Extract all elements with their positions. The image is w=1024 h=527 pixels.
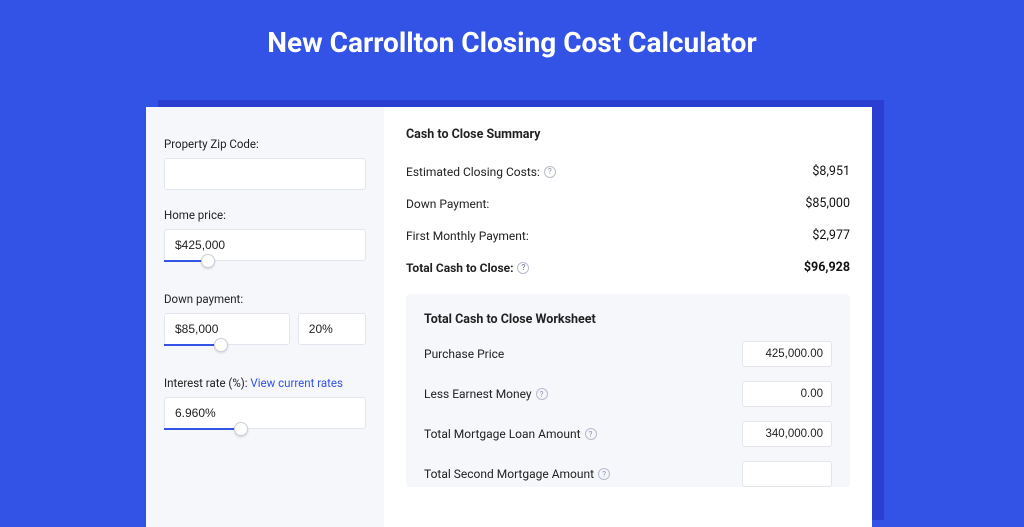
zip-input[interactable]: [164, 158, 366, 190]
worksheet-label-text: Less Earnest Money: [424, 387, 532, 401]
summary-row: Down Payment: $85,000: [406, 188, 850, 220]
summary-value: $2,977: [812, 228, 850, 243]
summary-label-text: First Monthly Payment:: [406, 229, 529, 243]
interest-field-group: Interest rate (%): View current rates: [164, 376, 366, 442]
summary-total-label: Total Cash to Close:: [406, 261, 513, 275]
down-payment-field-group: Down payment:: [164, 292, 366, 358]
sidebar-form: Property Zip Code: Home price: Down paym…: [146, 107, 384, 527]
mortgage-loan-input[interactable]: [742, 421, 832, 447]
home-price-field-group: Home price:: [164, 208, 366, 274]
down-payment-slider-thumb[interactable]: [214, 338, 228, 352]
calculator-card: Property Zip Code: Home price: Down paym…: [146, 107, 872, 527]
worksheet-label-text: Total Mortgage Loan Amount: [424, 427, 581, 441]
help-icon[interactable]: ?: [536, 388, 548, 400]
view-rates-link[interactable]: View current rates: [250, 376, 343, 390]
worksheet-row: Purchase Price: [424, 341, 832, 367]
help-icon[interactable]: ?: [585, 428, 597, 440]
interest-slider-thumb[interactable]: [234, 422, 248, 436]
worksheet-row: Total Mortgage Loan Amount ?: [424, 421, 832, 447]
down-payment-label: Down payment:: [164, 292, 366, 306]
page-title: New Carrollton Closing Cost Calculator: [0, 0, 1024, 81]
main-panel: Cash to Close Summary Estimated Closing …: [384, 107, 872, 527]
zip-label: Property Zip Code:: [164, 137, 366, 151]
worksheet-label-text: Purchase Price: [424, 347, 504, 361]
down-payment-pct-input[interactable]: [298, 313, 366, 345]
second-mortgage-input[interactable]: [742, 461, 832, 487]
home-price-slider-thumb[interactable]: [201, 254, 215, 268]
interest-label: Interest rate (%): View current rates: [164, 376, 366, 390]
home-price-label: Home price:: [164, 208, 366, 222]
summary-value: $85,000: [805, 196, 850, 211]
interest-slider[interactable]: [164, 428, 366, 442]
summary-total-value: $96,928: [804, 260, 850, 275]
summary-heading: Cash to Close Summary: [406, 127, 850, 142]
help-icon[interactable]: ?: [544, 166, 556, 178]
zip-field-group: Property Zip Code:: [164, 137, 366, 190]
home-price-input[interactable]: [164, 229, 366, 261]
summary-total-row: Total Cash to Close: ? $96,928: [406, 252, 850, 284]
home-price-slider[interactable]: [164, 260, 366, 274]
worksheet-panel: Total Cash to Close Worksheet Purchase P…: [406, 294, 850, 487]
summary-row: First Monthly Payment: $2,977: [406, 220, 850, 252]
worksheet-row: Less Earnest Money ?: [424, 381, 832, 407]
summary-label-text: Estimated Closing Costs:: [406, 165, 540, 179]
help-icon[interactable]: ?: [517, 262, 529, 274]
help-icon[interactable]: ?: [598, 468, 610, 480]
purchase-price-input[interactable]: [742, 341, 832, 367]
interest-input[interactable]: [164, 397, 366, 429]
summary-row: Estimated Closing Costs: ? $8,951: [406, 156, 850, 188]
worksheet-heading: Total Cash to Close Worksheet: [424, 312, 832, 327]
summary-label-text: Down Payment:: [406, 197, 489, 211]
summary-value: $8,951: [812, 164, 850, 179]
down-payment-input[interactable]: [164, 313, 290, 345]
interest-slider-fill: [164, 428, 241, 430]
earnest-money-input[interactable]: [742, 381, 832, 407]
down-payment-slider[interactable]: [164, 344, 366, 358]
interest-label-text: Interest rate (%):: [164, 376, 250, 390]
worksheet-label-text: Total Second Mortgage Amount: [424, 467, 594, 481]
worksheet-row: Total Second Mortgage Amount ?: [424, 461, 832, 487]
down-payment-slider-fill: [164, 344, 221, 346]
